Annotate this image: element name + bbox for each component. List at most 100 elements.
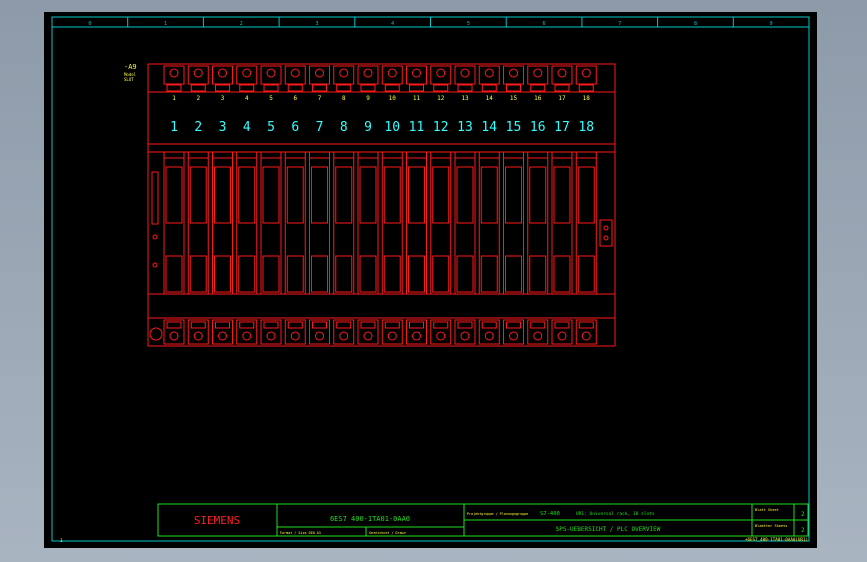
slot-top-screw xyxy=(484,68,494,78)
slot-bottom-latch xyxy=(433,321,449,329)
sheet-number: 2 xyxy=(801,511,805,518)
system-field-label: Projektgruppe / Planungsgruppe xyxy=(467,512,528,516)
drawing-canvas: 0123456789 -A9 Model SLOT 11223344556677… xyxy=(51,16,810,544)
slot-top-screw xyxy=(193,68,203,78)
title-block: SIEMENS 6ES7 400-1TA01-0AA0 Format / Siz… xyxy=(157,503,809,542)
slot-lower-window xyxy=(214,255,231,293)
slot-upper-window xyxy=(311,166,328,224)
slot-top-latch xyxy=(166,84,182,92)
rack-description: UR1: Universal rack, 18 slots xyxy=(576,511,655,517)
slot-label-8: 8 xyxy=(342,95,346,102)
slot-bottom-latch xyxy=(578,321,594,329)
slot-top-latch xyxy=(578,84,594,92)
ruler-number-7: 7 xyxy=(618,21,621,27)
slot-label-6: 6 xyxy=(293,95,297,102)
slot-upper-window xyxy=(432,166,450,224)
slot-top-latch xyxy=(457,84,473,92)
ruler-number-2: 2 xyxy=(240,21,243,27)
slot-bottom-latch xyxy=(336,321,352,329)
slot-label-13: 13 xyxy=(461,95,469,102)
slot-top-latch xyxy=(263,84,279,92)
slot-bottom-screw xyxy=(484,331,494,341)
slot-top-screw xyxy=(533,68,543,78)
slot-upper-window xyxy=(383,166,401,224)
slot-bottom-latch xyxy=(360,321,376,329)
ruler-number-0: 0 xyxy=(88,21,91,27)
slot-top-screw xyxy=(363,68,373,78)
slot-top-latch xyxy=(360,84,376,92)
slot-bottom-screw xyxy=(266,331,276,341)
slot-top-screw xyxy=(509,68,518,78)
slot-top-screw xyxy=(460,68,470,78)
slot-upper-window xyxy=(505,166,522,224)
slot-upper-window xyxy=(577,166,595,224)
slot-bottom-screw xyxy=(339,331,349,341)
rack-tag: -A9 xyxy=(124,63,137,71)
slot-top-screw xyxy=(339,68,349,78)
slot-number-9: 9 xyxy=(364,120,372,135)
slot-bottom-screw xyxy=(290,331,300,341)
slot-upper-window xyxy=(165,166,183,224)
rack-caption-2: SLOT xyxy=(124,77,134,82)
slot-top-screw xyxy=(266,68,276,78)
slot-label-9: 9 xyxy=(366,95,370,102)
ruler-number-9: 9 xyxy=(770,21,773,27)
slot-number-3: 3 xyxy=(219,120,227,135)
slot-top-screw xyxy=(412,68,421,78)
ruler-number-8: 8 xyxy=(694,21,697,27)
slot-lower-window xyxy=(359,255,377,293)
slot-upper-window xyxy=(480,166,498,224)
slot-number-4: 4 xyxy=(243,120,251,135)
slot-top-latch xyxy=(506,84,521,92)
slot-upper-window xyxy=(408,166,425,224)
slot-number-15: 15 xyxy=(506,120,522,135)
slot-bottom-latch xyxy=(166,321,182,329)
slot-lower-window xyxy=(456,255,474,293)
slot-number-8: 8 xyxy=(340,120,348,135)
slot-number-18: 18 xyxy=(578,120,594,135)
slot-top-screw xyxy=(169,68,179,78)
slot-bottom-screw xyxy=(509,331,518,341)
slot-top-screw xyxy=(581,68,591,78)
slot-upper-window xyxy=(553,166,571,224)
sheet-label: Blatt Sheet xyxy=(755,508,779,512)
slot-number-11: 11 xyxy=(409,120,425,135)
slot-upper-window xyxy=(335,166,353,224)
slot-label-7: 7 xyxy=(318,95,322,102)
slot-top-latch xyxy=(312,84,327,92)
slot-top-screw xyxy=(242,68,252,78)
drawing-sheet: 0123456789 -A9 Model SLOT 11223344556677… xyxy=(44,12,817,548)
slot-bottom-screw xyxy=(436,331,446,341)
slot-top-screw xyxy=(557,68,567,78)
rack-mount-hole-right-1 xyxy=(603,225,609,231)
slot-bottom-latch xyxy=(190,321,206,329)
slot-label-2: 2 xyxy=(196,95,200,102)
slot-bottom-screw xyxy=(169,331,179,341)
slot-upper-window xyxy=(238,166,256,224)
rack-left-bracket xyxy=(151,171,159,225)
slot-number-5: 5 xyxy=(267,120,275,135)
ruler-number-3: 3 xyxy=(315,21,318,27)
slot-bottom-latch xyxy=(287,321,303,329)
ruler-number-5: 5 xyxy=(467,21,470,27)
slot-lower-window xyxy=(189,255,207,293)
slot-number-14: 14 xyxy=(481,120,497,135)
slot-bottom-screw xyxy=(218,331,227,341)
slot-label-18: 18 xyxy=(583,95,591,102)
slot-number-7: 7 xyxy=(316,120,324,135)
slot-top-latch xyxy=(409,84,424,92)
slot-number-12: 12 xyxy=(433,120,449,135)
slot-bottom-screw xyxy=(315,331,324,341)
slot-bottom-latch xyxy=(263,321,279,329)
format-field: Format / Size DIN A3 xyxy=(280,531,321,535)
slot-upper-window xyxy=(189,166,207,224)
slot-lower-window xyxy=(286,255,304,293)
rack-mount-hole-left-2 xyxy=(152,262,158,268)
slot-number-13: 13 xyxy=(457,120,473,135)
slot-top-screw xyxy=(290,68,300,78)
column-ruler-ticks: 0 1 2 3 4 5 6 7 8 9 xyxy=(88,17,773,27)
slot-top-screw xyxy=(218,68,227,78)
drawn-field: Gezeichnet / Drawn xyxy=(369,531,406,535)
rack-mount-hole-right-2 xyxy=(603,235,609,241)
slot-bottom-screw xyxy=(533,331,543,341)
